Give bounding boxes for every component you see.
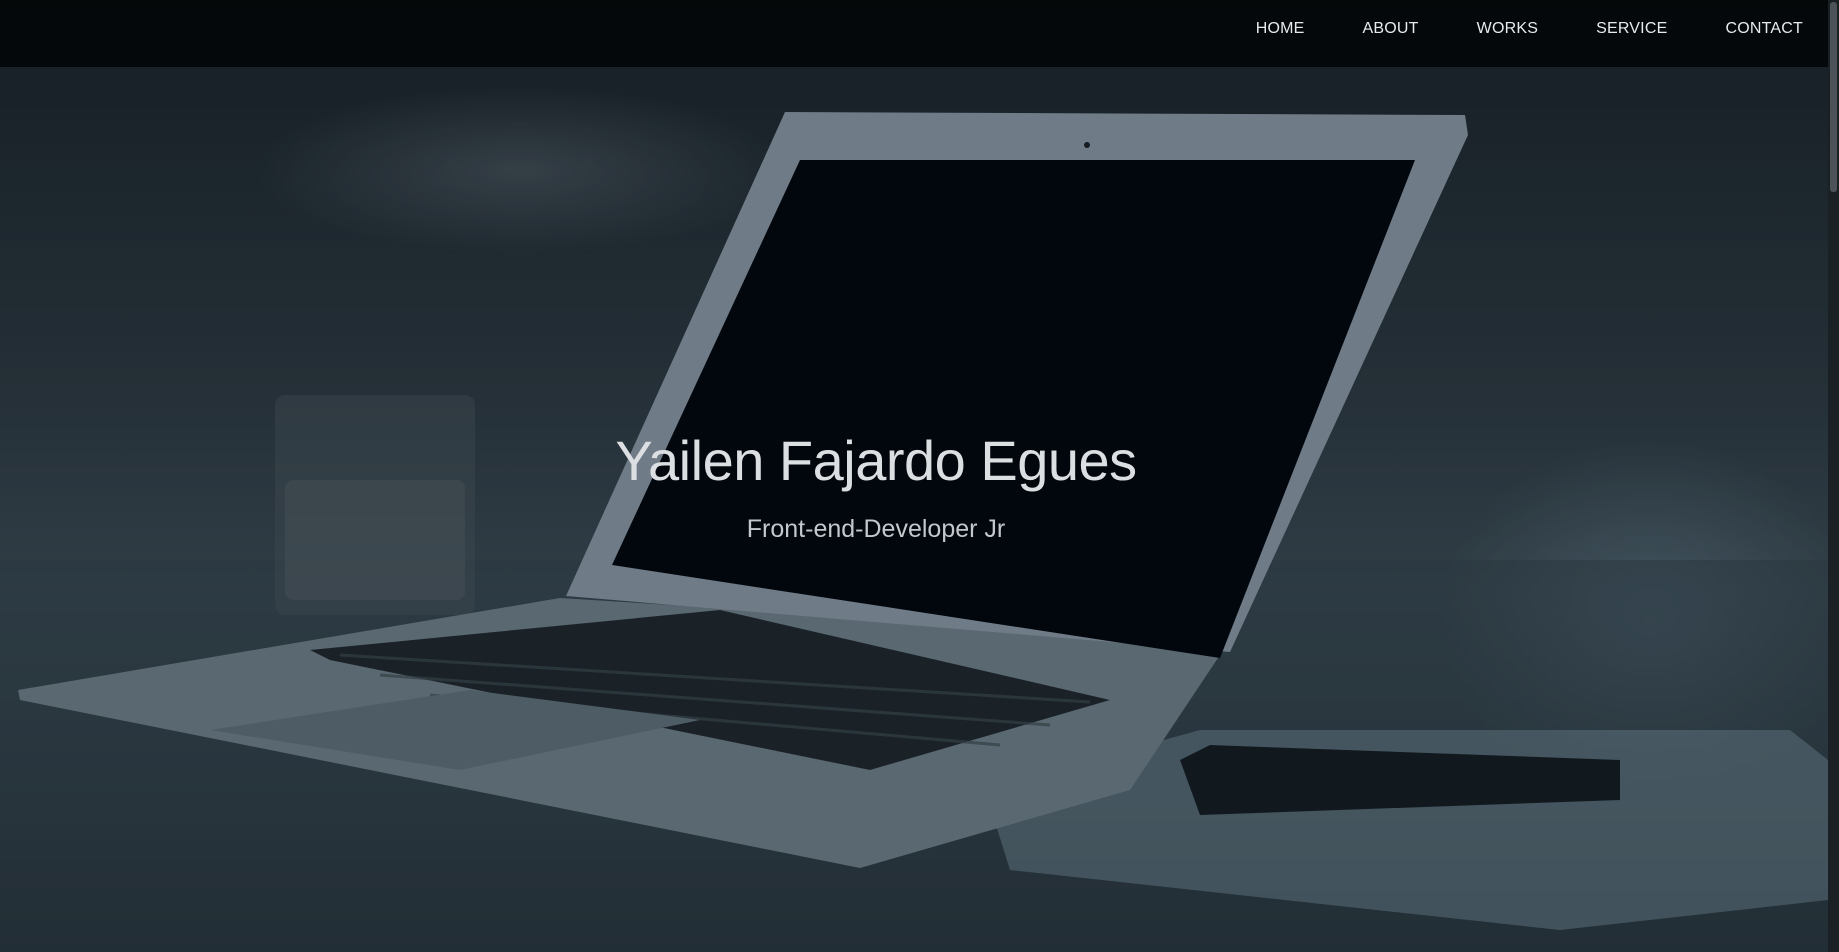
nav-home-link[interactable]: HOME xyxy=(1256,20,1305,38)
navbar: HOME ABOUT WORKS SERVICE CONTACT xyxy=(0,0,1828,67)
nav-menu: HOME ABOUT WORKS SERVICE CONTACT xyxy=(1198,0,1803,57)
hero-title: Yailen Fajardo Egues xyxy=(615,429,1137,492)
nav-contact-link[interactable]: CONTACT xyxy=(1725,20,1803,38)
vertical-scrollbar[interactable] xyxy=(1828,0,1839,952)
nav-works-link[interactable]: WORKS xyxy=(1477,20,1538,38)
nav-service-link[interactable]: SERVICE xyxy=(1596,20,1667,38)
page: HOME ABOUT WORKS SERVICE CONTACT Yailen … xyxy=(0,0,1839,952)
hero-subtitle: Front-end-Developer Jr xyxy=(746,515,1006,543)
nav-about-link[interactable]: ABOUT xyxy=(1363,20,1419,38)
scrollbar-thumb[interactable] xyxy=(1830,2,1837,192)
